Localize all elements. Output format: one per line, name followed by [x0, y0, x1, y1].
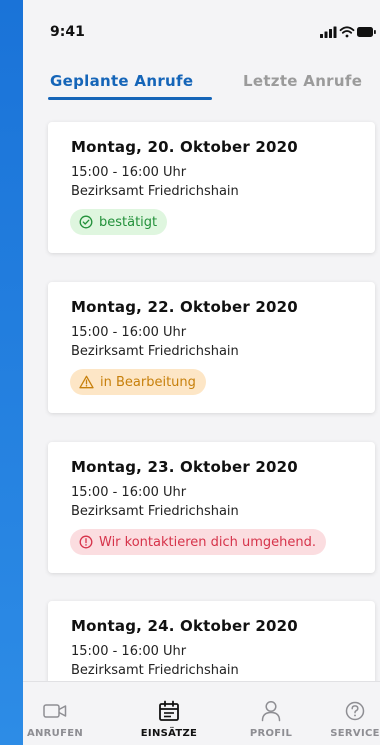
- appointment-time: 15:00 - 16:00 Uhr: [71, 165, 187, 180]
- status-label: bestätigt: [99, 214, 158, 230]
- status-bar: 9:41: [23, 0, 380, 60]
- signal-icon: [320, 26, 337, 38]
- nav-item-einsaetze[interactable]: EINSÄTZE: [124, 682, 214, 745]
- battery-icon: [357, 27, 376, 37]
- calendar-icon: [158, 700, 180, 722]
- nav-label: EINSÄTZE: [140, 728, 198, 739]
- nav-label: PROFIL: [249, 728, 293, 739]
- appointment-date: Montag, 24. Oktober 2020: [71, 617, 298, 635]
- appointment-card[interactable]: Montag, 20. Oktober 2020 15:00 - 16:00 U…: [48, 122, 375, 253]
- tab-planned-calls[interactable]: Geplante Anrufe: [50, 72, 193, 90]
- appointment-card[interactable]: Montag, 22. Oktober 2020 15:00 - 16:00 U…: [48, 282, 375, 413]
- nav-label: SERVICE: [330, 728, 380, 739]
- phone-screen: 9:41 Geplante Anrufe Letzte Anrufe Monta…: [23, 0, 380, 745]
- status-badge-contact: Wir kontaktieren dich umgehend.: [70, 529, 327, 555]
- warning-triangle-icon: [79, 375, 94, 389]
- tab-recent-calls[interactable]: Letzte Anrufe: [243, 72, 362, 90]
- person-icon: [261, 700, 281, 722]
- appointment-date: Montag, 23. Oktober 2020: [71, 458, 298, 476]
- alert-circle-icon: [79, 535, 93, 549]
- appointment-list[interactable]: Montag, 20. Oktober 2020 15:00 - 16:00 U…: [23, 104, 380, 681]
- active-tab-indicator: [48, 97, 212, 100]
- status-label: in Bearbeitung: [100, 374, 196, 390]
- status-badge-confirmed: bestätigt: [70, 209, 168, 235]
- appointment-card[interactable]: Montag, 24. Oktober 2020 15:00 - 16:00 U…: [48, 601, 375, 681]
- status-label: Wir kontaktieren dich umgehend.: [99, 534, 317, 550]
- check-circle-icon: [79, 215, 93, 229]
- appointment-location: Bezirksamt Friedrichshain: [71, 184, 239, 199]
- appointment-location: Bezirksamt Friedrichshain: [71, 344, 239, 359]
- nav-item-anrufen[interactable]: ANRUFEN: [23, 682, 100, 745]
- nav-item-profil[interactable]: PROFIL: [226, 682, 316, 745]
- appointment-location: Bezirksamt Friedrichshain: [71, 504, 239, 519]
- wifi-icon: [339, 26, 355, 38]
- appointment-card[interactable]: Montag, 23. Oktober 2020 15:00 - 16:00 U…: [48, 442, 375, 573]
- appointment-date: Montag, 20. Oktober 2020: [71, 138, 298, 156]
- status-badge-processing: in Bearbeitung: [70, 369, 206, 395]
- appointment-time: 15:00 - 16:00 Uhr: [71, 644, 187, 659]
- appointment-time: 15:00 - 16:00 Uhr: [71, 325, 187, 340]
- bottom-navigation: ANRUFEN EINSÄTZE PROFIL SERVICE: [23, 681, 380, 745]
- nav-item-service[interactable]: SERVICE: [310, 682, 380, 745]
- status-time: 9:41: [50, 24, 85, 40]
- video-camera-icon: [43, 700, 67, 722]
- nav-label: ANRUFEN: [26, 728, 84, 739]
- appointment-location: Bezirksamt Friedrichshain: [71, 663, 239, 678]
- status-icons: [320, 24, 376, 38]
- help-circle-icon: [345, 700, 365, 722]
- tab-bar: Geplante Anrufe Letzte Anrufe: [23, 60, 380, 104]
- appointment-date: Montag, 22. Oktober 2020: [71, 298, 298, 316]
- appointment-time: 15:00 - 16:00 Uhr: [71, 485, 187, 500]
